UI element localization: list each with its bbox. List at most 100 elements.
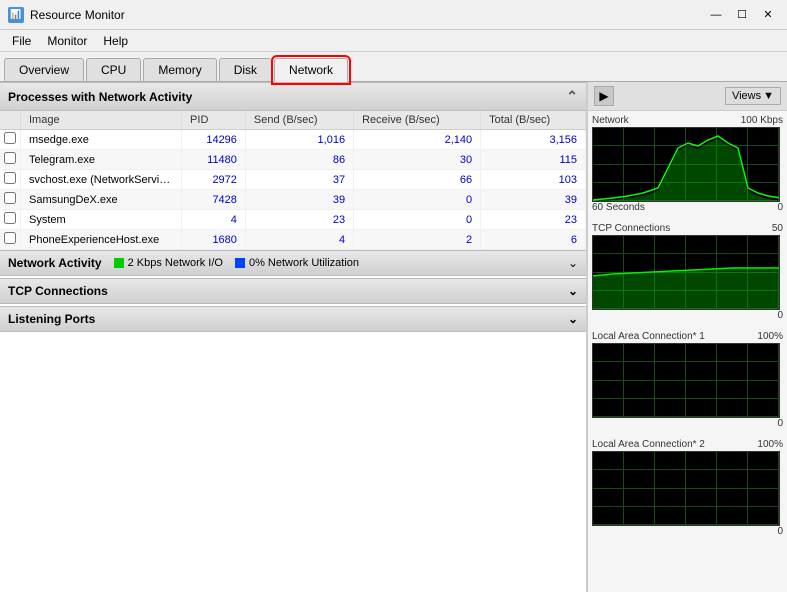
views-chevron-icon: ▼ bbox=[763, 90, 774, 102]
network-activity-chevron: ⌄ bbox=[568, 256, 578, 270]
menu-monitor[interactable]: Monitor bbox=[39, 32, 95, 49]
chart-network-section: Network 100 Kbps bbox=[588, 111, 787, 219]
processes-section-header[interactable]: Processes with Network Activity ⌃ bbox=[0, 82, 586, 111]
chart-local1-title: Local Area Connection* 1 bbox=[592, 331, 705, 342]
menu-file[interactable]: File bbox=[4, 32, 39, 49]
row-pid-5: 1680 bbox=[182, 230, 246, 250]
table-row: PhoneExperienceHost.exe 1680 4 2 6 bbox=[0, 230, 586, 250]
process-checkbox-1[interactable] bbox=[4, 152, 16, 164]
right-panel: ▶ Views ▼ Network 100 Kbps bbox=[587, 82, 787, 592]
col-pid[interactable]: PID bbox=[182, 111, 246, 130]
row-check-1[interactable] bbox=[0, 150, 21, 170]
col-send[interactable]: Send (B/sec) bbox=[245, 111, 353, 130]
row-image-5: PhoneExperienceHost.exe bbox=[21, 230, 182, 250]
views-label: Views bbox=[732, 90, 761, 102]
table-row: svchost.exe (NetworkService... 2972 37 6… bbox=[0, 170, 586, 190]
chart-local2-bottom: 0 bbox=[592, 526, 783, 537]
row-pid-0: 14296 bbox=[182, 130, 246, 150]
row-total-0: 3,156 bbox=[481, 130, 586, 150]
network-util-info: 0% Network Utilization bbox=[235, 257, 359, 269]
views-button[interactable]: Views ▼ bbox=[725, 87, 781, 105]
row-check-0[interactable] bbox=[0, 130, 21, 150]
maximize-button[interactable]: ☐ bbox=[731, 4, 753, 26]
tcp-title: TCP Connections bbox=[8, 284, 108, 298]
chart-tcp-svg bbox=[593, 236, 780, 310]
window-controls: — ☐ ✕ bbox=[705, 4, 779, 26]
process-checkbox-3[interactable] bbox=[4, 192, 16, 204]
left-panel: Processes with Network Activity ⌃ Image … bbox=[0, 82, 587, 592]
title-bar-left: 📊 Resource Monitor bbox=[8, 7, 125, 23]
chart-tcp-title: TCP Connections bbox=[592, 223, 670, 234]
chart-tcp-bottom: 0 bbox=[592, 310, 783, 321]
app-icon: 📊 bbox=[8, 7, 24, 23]
chart-network-bottom: 60 Seconds 0 bbox=[592, 202, 783, 213]
chart-network-bottom-right: 0 bbox=[777, 202, 783, 213]
chart-local2-grid bbox=[593, 452, 779, 525]
row-check-3[interactable] bbox=[0, 190, 21, 210]
listening-ports-section[interactable]: Listening Ports ⌄ bbox=[0, 306, 586, 332]
row-image-3: SamsungDeX.exe bbox=[21, 190, 182, 210]
chart-network-canvas bbox=[592, 127, 780, 202]
processes-table-header-row: Image PID Send (B/sec) Receive (B/sec) T… bbox=[0, 111, 586, 130]
col-total[interactable]: Total (B/sec) bbox=[481, 111, 586, 130]
row-send-4: 23 bbox=[245, 210, 353, 230]
network-io-info: 2 Kbps Network I/O bbox=[114, 257, 223, 269]
row-send-5: 4 bbox=[245, 230, 353, 250]
table-row: SamsungDeX.exe 7428 39 0 39 bbox=[0, 190, 586, 210]
row-send-2: 37 bbox=[245, 170, 353, 190]
main-area: Processes with Network Activity ⌃ Image … bbox=[0, 82, 787, 592]
table-row: System 4 23 0 23 bbox=[0, 210, 586, 230]
row-total-1: 115 bbox=[481, 150, 586, 170]
chart-tcp-bottom-right: 0 bbox=[777, 310, 783, 321]
row-check-4[interactable] bbox=[0, 210, 21, 230]
tab-disk[interactable]: Disk bbox=[219, 58, 272, 81]
processes-table-container: Image PID Send (B/sec) Receive (B/sec) T… bbox=[0, 111, 586, 250]
row-receive-4: 0 bbox=[354, 210, 481, 230]
menu-bar: File Monitor Help bbox=[0, 30, 787, 52]
tcp-chevron: ⌄ bbox=[568, 284, 578, 298]
right-panel-header: ▶ Views ▼ bbox=[588, 82, 787, 111]
chart-local1-scale: 100% bbox=[757, 331, 783, 342]
row-total-3: 39 bbox=[481, 190, 586, 210]
process-checkbox-2[interactable] bbox=[4, 172, 16, 184]
row-image-4: System bbox=[21, 210, 182, 230]
row-receive-1: 30 bbox=[354, 150, 481, 170]
col-receive[interactable]: Receive (B/sec) bbox=[354, 111, 481, 130]
process-checkbox-5[interactable] bbox=[4, 232, 16, 244]
expand-arrow-button[interactable]: ▶ bbox=[594, 86, 614, 106]
row-pid-4: 4 bbox=[182, 210, 246, 230]
tcp-section[interactable]: TCP Connections ⌄ bbox=[0, 278, 586, 304]
table-row: msedge.exe 14296 1,016 2,140 3,156 bbox=[0, 130, 586, 150]
tab-overview[interactable]: Overview bbox=[4, 58, 84, 81]
menu-help[interactable]: Help bbox=[95, 32, 136, 49]
window-title: Resource Monitor bbox=[30, 8, 125, 22]
col-image[interactable]: Image bbox=[21, 111, 182, 130]
tab-network[interactable]: Network bbox=[274, 58, 348, 82]
chart-tcp-label: TCP Connections 50 bbox=[592, 223, 783, 234]
minimize-button[interactable]: — bbox=[705, 4, 727, 26]
processes-table: Image PID Send (B/sec) Receive (B/sec) T… bbox=[0, 111, 586, 250]
row-check-5[interactable] bbox=[0, 230, 21, 250]
tab-cpu[interactable]: CPU bbox=[86, 58, 141, 81]
process-checkbox-0[interactable] bbox=[4, 132, 16, 144]
listening-ports-title: Listening Ports bbox=[8, 312, 95, 326]
tab-memory[interactable]: Memory bbox=[143, 58, 216, 81]
listening-ports-chevron: ⌄ bbox=[568, 312, 578, 326]
network-activity-section[interactable]: Network Activity 2 Kbps Network I/O 0% N… bbox=[0, 250, 586, 276]
process-checkbox-4[interactable] bbox=[4, 212, 16, 224]
row-total-2: 103 bbox=[481, 170, 586, 190]
row-pid-2: 2972 bbox=[182, 170, 246, 190]
title-bar: 📊 Resource Monitor — ☐ ✕ bbox=[0, 0, 787, 30]
chart-local2-bottom-right: 0 bbox=[777, 526, 783, 537]
col-check[interactable] bbox=[0, 111, 21, 130]
close-button[interactable]: ✕ bbox=[757, 4, 779, 26]
row-check-2[interactable] bbox=[0, 170, 21, 190]
row-image-0: msedge.exe bbox=[21, 130, 182, 150]
chart-local2-label: Local Area Connection* 2 100% bbox=[592, 439, 783, 450]
processes-chevron: ⌃ bbox=[566, 88, 578, 105]
legend-blue-icon bbox=[235, 258, 245, 268]
chart-local2-canvas bbox=[592, 451, 780, 526]
chart-network-label: Network 100 Kbps bbox=[592, 115, 783, 126]
chart-local2-section: Local Area Connection* 2 100% 0 bbox=[588, 435, 787, 543]
chart-network-scale: 100 Kbps bbox=[741, 115, 783, 126]
